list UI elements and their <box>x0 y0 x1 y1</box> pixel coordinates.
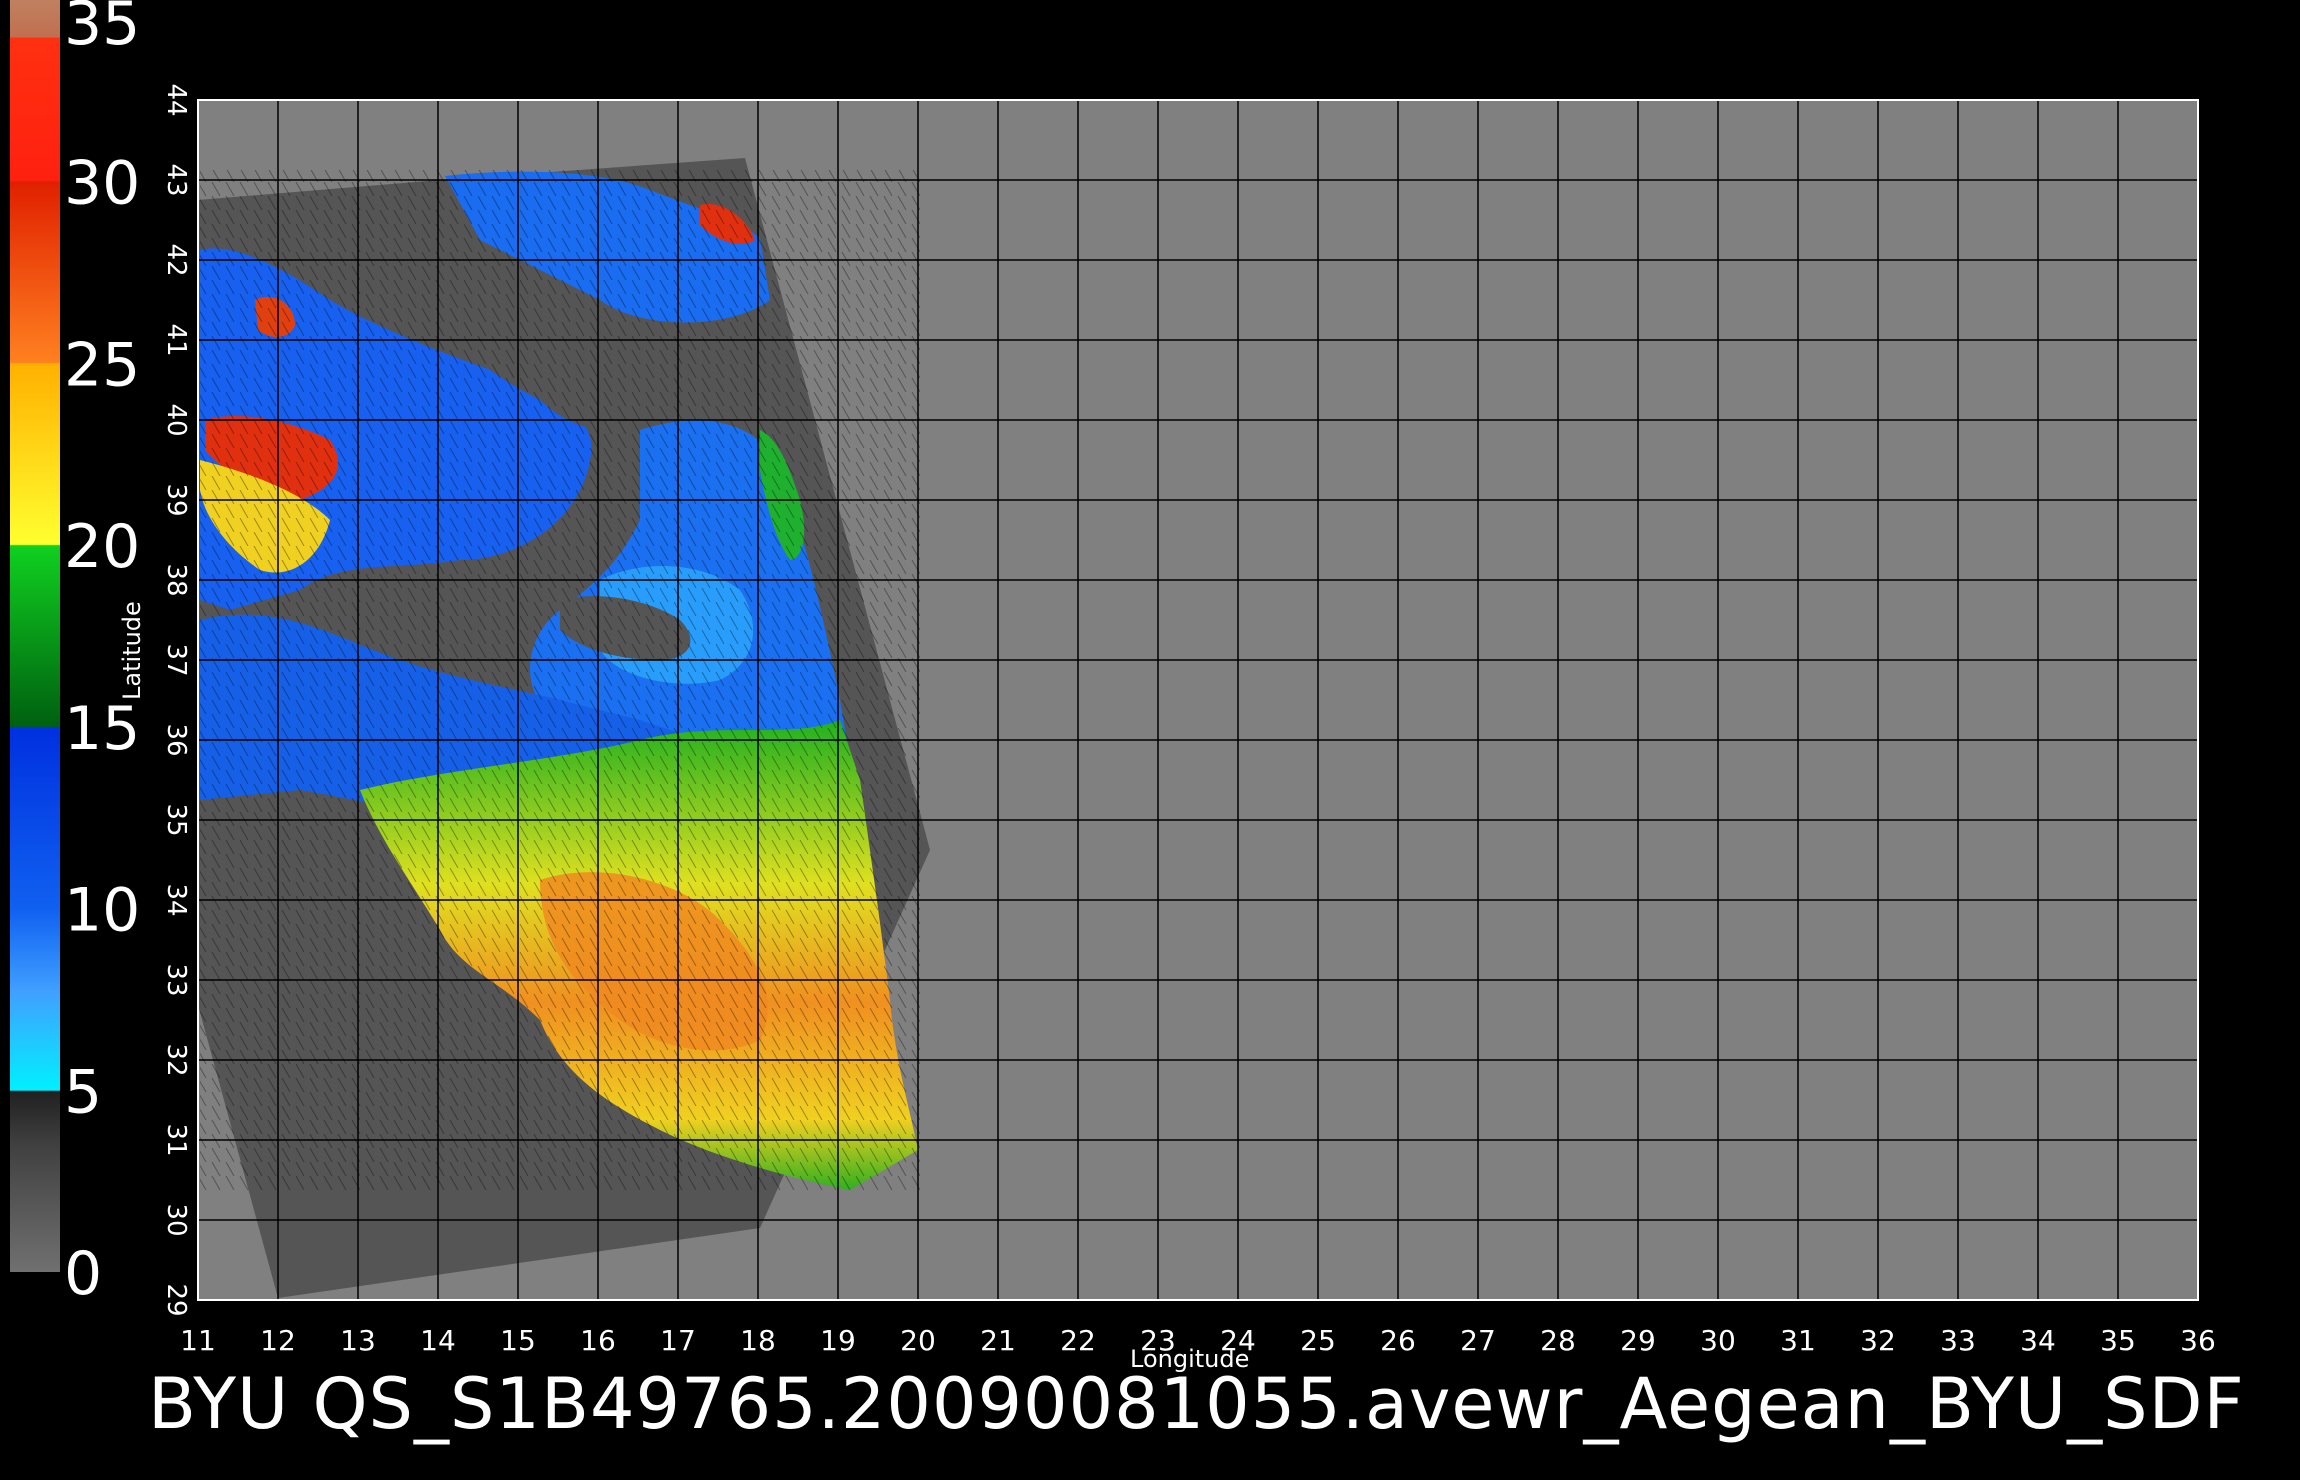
colorbar-tick: 20 <box>64 512 140 582</box>
latitude-tick: 35 <box>161 803 191 836</box>
latitude-tick: 31 <box>161 1123 191 1156</box>
latitude-tick: 39 <box>161 483 191 516</box>
latitude-tick-labels: 29 30 31 32 33 34 35 36 37 38 39 40 41 42 43 44 <box>161 83 191 1316</box>
plot-area <box>197 70 2228 1301</box>
colorbar-tick: 25 <box>64 330 140 400</box>
colorbar-tick: 35 <box>64 0 140 59</box>
longitude-tick: 32 <box>1860 1324 1896 1357</box>
wind-field <box>200 170 920 1190</box>
longitude-tick: 27 <box>1460 1324 1496 1357</box>
latitude-tick: 42 <box>161 243 191 276</box>
longitude-tick: 31 <box>1780 1324 1816 1357</box>
longitude-tick: 34 <box>2020 1324 2056 1357</box>
wind-map-figure: 0 5 10 15 20 25 30 35 11 12 13 14 15 16 17 18 1… <box>10 0 2228 1357</box>
latitude-tick: 34 <box>161 883 191 916</box>
longitude-tick: 20 <box>900 1324 936 1357</box>
longitude-tick: 18 <box>740 1324 776 1357</box>
longitude-tick: 35 <box>2100 1324 2136 1357</box>
longitude-tick: 13 <box>340 1324 376 1357</box>
longitude-tick: 16 <box>580 1324 616 1357</box>
latitude-tick: 33 <box>161 963 191 996</box>
y-axis-label: Latitude <box>118 601 146 700</box>
longitude-tick: 22 <box>1060 1324 1096 1357</box>
longitude-tick: 26 <box>1380 1324 1416 1357</box>
longitude-tick: 15 <box>500 1324 536 1357</box>
colorbar-tick: 15 <box>64 694 140 764</box>
colorbar-tick: 30 <box>64 149 140 219</box>
colorbar-tick: 0 <box>64 1239 102 1309</box>
longitude-tick: 25 <box>1300 1324 1336 1357</box>
longitude-tick: 28 <box>1540 1324 1576 1357</box>
longitude-tick: 11 <box>180 1324 216 1357</box>
latitude-tick: 43 <box>161 163 191 196</box>
longitude-tick: 17 <box>660 1324 696 1357</box>
longitude-tick: 29 <box>1620 1324 1656 1357</box>
longitude-tick: 19 <box>820 1324 856 1357</box>
longitude-tick: 36 <box>2180 1324 2216 1357</box>
longitude-tick: 30 <box>1700 1324 1736 1357</box>
longitude-tick: 12 <box>260 1324 296 1357</box>
latitude-tick: 44 <box>161 83 191 116</box>
figure-caption: BYU QS_S1B49765.20090081055.avewr_Aegean… <box>148 1363 2245 1445</box>
colorbar-tick: 10 <box>64 876 140 946</box>
latitude-tick: 29 <box>161 1283 191 1316</box>
longitude-tick: 21 <box>980 1324 1016 1357</box>
longitude-tick: 14 <box>420 1324 456 1357</box>
latitude-tick: 40 <box>161 403 191 436</box>
latitude-tick: 32 <box>161 1043 191 1076</box>
colorbar-tick: 5 <box>64 1057 102 1127</box>
latitude-tick: 38 <box>161 563 191 596</box>
latitude-tick: 30 <box>161 1203 191 1236</box>
colorbar-bar <box>10 0 60 1272</box>
longitude-tick: 33 <box>1940 1324 1976 1357</box>
latitude-tick: 36 <box>161 723 191 756</box>
latitude-tick: 41 <box>161 323 191 356</box>
latitude-tick: 37 <box>161 643 191 676</box>
wind-barbs <box>200 170 920 1190</box>
